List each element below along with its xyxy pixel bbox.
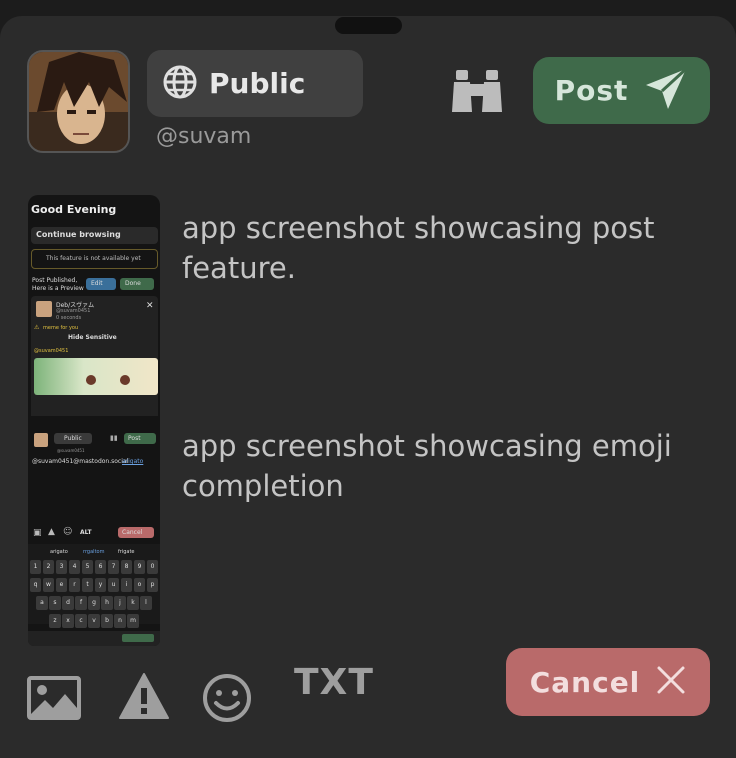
- thumb-warning-icon: ▲: [48, 527, 55, 537]
- thumb-published: Post Published,: [32, 277, 78, 284]
- thumb-binoculars-icon: ▮▮: [110, 434, 118, 442]
- thumb-key: s: [49, 596, 61, 610]
- visibility-label: Public: [209, 67, 306, 100]
- thumb-mention: @suvam0451: [34, 348, 69, 354]
- thumb-key: m: [127, 614, 139, 628]
- thumb-key: q: [29, 578, 42, 592]
- thumb-continue: Continue browsing: [36, 230, 121, 239]
- attachment-description[interactable]: app screenshot showcasing post feature.: [182, 208, 722, 288]
- thumb-eye: [120, 375, 130, 385]
- avatar[interactable]: [27, 50, 130, 153]
- post-label: Post: [554, 74, 629, 107]
- visibility-button[interactable]: Public: [147, 50, 363, 117]
- thumb-hide: Hide Sensitive: [68, 334, 117, 341]
- thumb-anime-image: [34, 358, 158, 395]
- thumb-key: p: [146, 578, 159, 592]
- thumb-done: Done: [125, 280, 141, 287]
- thumb-text-link: arigato: [122, 458, 144, 465]
- close-icon: [656, 665, 686, 699]
- thumb-key: a: [36, 596, 48, 610]
- thumb-key: 0: [146, 560, 159, 574]
- binoculars-icon[interactable]: [452, 70, 502, 112]
- thumb-key: d: [62, 596, 74, 610]
- thumb-suggestion: frigate: [118, 549, 135, 555]
- thumb-key: g: [88, 596, 100, 610]
- post-button[interactable]: Post: [533, 57, 710, 124]
- thumb-handle: @suvam0451: [56, 308, 91, 314]
- thumb-key: u: [107, 578, 120, 592]
- thumb-post-button: [122, 634, 154, 642]
- thumb-suggestion: rrgaltom: [83, 549, 105, 555]
- thumb-key: 3: [55, 560, 68, 574]
- thumb-public: Public: [64, 435, 82, 442]
- thumb-key: 8: [120, 560, 133, 574]
- thumb-key: 9: [133, 560, 146, 574]
- warning-icon[interactable]: [118, 672, 170, 724]
- thumb-key: r: [68, 578, 81, 592]
- thumb-emoji-icon: ☺: [63, 527, 73, 537]
- thumb-key: n: [114, 614, 126, 628]
- thumb-key: 6: [94, 560, 107, 574]
- account-handle: @suvam: [156, 124, 252, 149]
- attachment-thumbnail[interactable]: Public @suvam0451 ▮▮ Post @suvam0451@mas…: [28, 416, 160, 646]
- thumb-key: y: [94, 578, 107, 592]
- thumb-key: 5: [81, 560, 94, 574]
- thumb-avatar: [36, 301, 52, 317]
- thumb-greeting: Good Evening: [31, 203, 117, 216]
- thumb-key: h: [101, 596, 113, 610]
- drag-handle[interactable]: [335, 17, 402, 34]
- image-icon[interactable]: [27, 676, 81, 724]
- thumb-image-icon: ▣: [33, 528, 42, 538]
- thumb-key: f: [75, 596, 87, 610]
- thumb-cw: meme for you: [43, 325, 79, 331]
- cancel-label: Cancel: [529, 665, 641, 699]
- thumb-key: o: [133, 578, 146, 592]
- thumb-key: c: [75, 614, 87, 628]
- thumb-avatar: [34, 433, 48, 447]
- thumb-key: 4: [68, 560, 81, 574]
- thumb-key: x: [62, 614, 74, 628]
- thumb-key: k: [127, 596, 139, 610]
- thumb-suggestion: arigato: [50, 549, 68, 555]
- send-icon: [644, 67, 688, 115]
- thumb-key: 7: [107, 560, 120, 574]
- thumb-key: l: [140, 596, 152, 610]
- thumb-key: 2: [42, 560, 55, 574]
- thumb-cancel: Cancel: [122, 529, 143, 536]
- emoji-icon[interactable]: [201, 672, 253, 728]
- thumb-eye: [86, 375, 96, 385]
- cancel-button[interactable]: Cancel: [506, 648, 710, 716]
- thumb-key: 1: [29, 560, 42, 574]
- thumb-close-icon: ✕: [146, 301, 154, 311]
- thumb-preview: Here is a Preview: [32, 285, 84, 292]
- thumb-key: v: [88, 614, 100, 628]
- thumb-warning-icon: ⚠: [34, 324, 40, 331]
- attachment-thumbnail[interactable]: Good Evening Continue browsing This feat…: [28, 195, 160, 427]
- thumb-handle: @suvam0451: [57, 448, 85, 453]
- thumb-key: z: [49, 614, 61, 628]
- thumb-notice: This feature is not available yet: [46, 255, 141, 262]
- thumb-edit: Edit: [91, 280, 103, 287]
- thumb-key: e: [55, 578, 68, 592]
- thumb-key: i: [120, 578, 133, 592]
- attachment-description[interactable]: app screenshot showcasing emoji completi…: [182, 426, 722, 506]
- thumb-text-prefix: @suvam0451@mastodon.social: [32, 458, 129, 465]
- globe-icon: [163, 65, 197, 103]
- thumb-time: 0 seconds: [56, 315, 82, 321]
- thumb-alt: ALT: [80, 529, 92, 536]
- txt-button[interactable]: TXT: [294, 662, 374, 703]
- thumb-post: Post: [128, 435, 141, 442]
- thumb-key: t: [81, 578, 94, 592]
- thumb-key: b: [101, 614, 113, 628]
- thumb-key: w: [42, 578, 55, 592]
- thumb-key: j: [114, 596, 126, 610]
